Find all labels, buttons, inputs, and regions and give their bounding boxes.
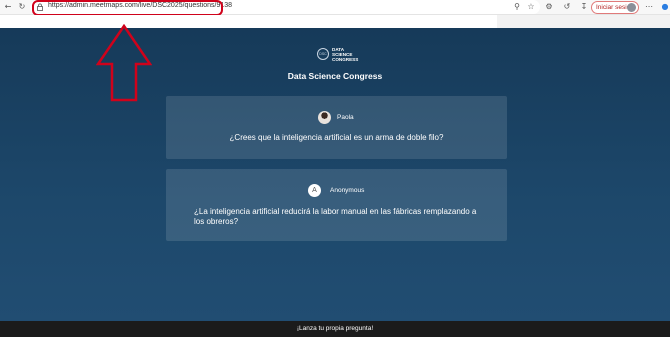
- question-text: ¿La inteligencia artificial reducirá la …: [194, 207, 477, 226]
- logo-text: DATA SCIENCE CONGRESS: [332, 47, 359, 62]
- anonymous-avatar: A: [308, 184, 321, 197]
- more-menu-icon[interactable]: ⋯: [644, 2, 654, 12]
- favorite-star-icon[interactable]: ☆: [526, 2, 536, 12]
- author-name: Anonymous: [330, 187, 365, 194]
- copilot-icon[interactable]: ●: [660, 2, 670, 12]
- url-highlight-annotation: [32, 0, 223, 16]
- question-author: Paola: [166, 111, 507, 125]
- back-icon[interactable]: ←: [3, 2, 13, 12]
- ask-question-bar[interactable]: ¡Lanza tu propia pregunta!: [0, 321, 670, 337]
- ask-question-label[interactable]: ¡Lanza tu propia pregunta!: [0, 325, 670, 332]
- question-card: A Anonymous ¿La inteligencia artificial …: [166, 169, 507, 241]
- history-icon[interactable]: ↺: [562, 2, 572, 12]
- up-arrow-annotation-icon: [96, 24, 152, 102]
- favorites-bar: [0, 15, 497, 28]
- logo-mark: DSC: [317, 48, 329, 60]
- favorites-bar-gap: [497, 15, 670, 28]
- event-logo: DSC DATA SCIENCE CONGRESS: [317, 47, 361, 63]
- question-author: A Anonymous: [166, 184, 507, 198]
- downloads-icon[interactable]: ↧: [579, 2, 589, 12]
- profile-avatar-icon: [627, 3, 636, 12]
- avatar: [318, 111, 331, 124]
- extensions-icon[interactable]: ⚙: [544, 2, 554, 12]
- signin-button[interactable]: Iniciar sesión: [591, 1, 639, 14]
- reload-icon[interactable]: ↻: [17, 2, 27, 12]
- zoom-icon[interactable]: ⚲: [512, 2, 522, 12]
- question-card: Paola ¿Crees que la inteligencia artific…: [166, 96, 507, 159]
- question-text: ¿Crees que la inteligencia artificial es…: [229, 133, 444, 142]
- author-name: Paola: [337, 114, 354, 121]
